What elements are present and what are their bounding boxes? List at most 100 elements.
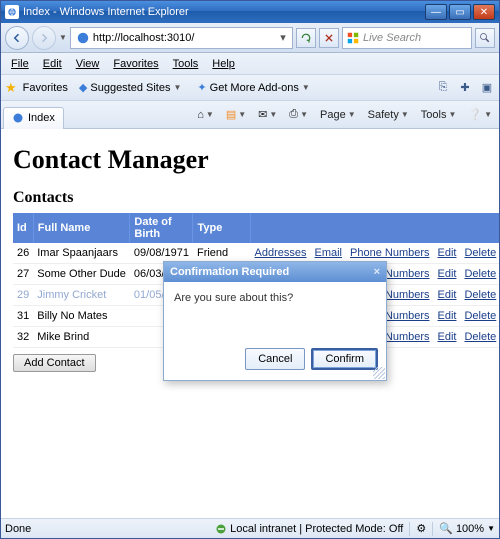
safety-menu-label: Safety — [368, 109, 399, 121]
cell-id: 26 — [13, 243, 33, 264]
get-addons-link[interactable]: ✦ Get More Add-ons ▼ — [192, 78, 314, 97]
delete-link[interactable]: Delete — [464, 268, 496, 280]
address-input[interactable] — [93, 32, 276, 44]
delete-link[interactable]: Delete — [464, 331, 496, 343]
menu-view[interactable]: View — [70, 56, 106, 72]
refresh-button[interactable] — [296, 28, 316, 48]
minimize-button[interactable]: — — [425, 4, 447, 20]
search-go-button[interactable] — [475, 28, 495, 48]
popup-blocker-icon[interactable]: ⚙ — [416, 522, 426, 535]
page-subheading: Contacts — [13, 189, 487, 207]
help-button[interactable]: ❔▼ — [463, 105, 497, 124]
dialog-resize-handle[interactable] — [373, 367, 385, 379]
edit-link[interactable]: Edit — [438, 268, 457, 280]
suggested-sites-icon: ◆ — [79, 81, 87, 94]
address-bar[interactable]: ▾ — [70, 27, 293, 49]
delete-link[interactable]: Delete — [464, 289, 496, 301]
favorites-bar: ★ Favorites ◆ Suggested Sites ▼ ✦ Get Mo… — [1, 75, 499, 101]
cell-name: Billy No Mates — [33, 306, 130, 327]
tools-menu[interactable]: Tools▼ — [416, 106, 462, 124]
browser-tab[interactable]: Index — [3, 107, 64, 129]
stop-button[interactable] — [319, 28, 339, 48]
col-dob: Date of Birth — [130, 213, 193, 243]
back-button[interactable] — [5, 26, 29, 50]
confirmation-dialog: Confirmation Required × Are you sure abo… — [163, 261, 387, 381]
edit-link[interactable]: Edit — [438, 289, 457, 301]
menu-help[interactable]: Help — [206, 56, 241, 72]
forward-button[interactable] — [32, 26, 56, 50]
menu-favorites[interactable]: Favorites — [107, 56, 164, 72]
nav-history-dropdown[interactable]: ▼ — [59, 33, 67, 42]
delete-link[interactable]: Delete — [464, 247, 496, 259]
compat-icon[interactable]: ▣ — [479, 80, 495, 96]
add-contact-button[interactable]: Add Contact — [13, 354, 96, 372]
safety-menu[interactable]: Safety▼ — [363, 106, 414, 124]
zone-icon — [215, 523, 227, 535]
dialog-title: Confirmation Required — [170, 266, 289, 278]
menu-tools[interactable]: Tools — [167, 56, 205, 72]
address-dropdown[interactable]: ▾ — [276, 31, 290, 44]
print-button[interactable]: ⎙▼ — [284, 105, 313, 124]
print-icon: ⎙ — [289, 108, 298, 121]
tools-menu-label: Tools — [421, 109, 447, 121]
tab-command-bar: Index ⌂▼ ▤▼ ✉▼ ⎙▼ Page▼ Safety▼ Tools▼ ❔… — [1, 101, 499, 129]
cell-name: Imar Spaanjaars — [33, 243, 130, 264]
favorites-star-icon[interactable]: ★ — [5, 80, 17, 96]
home-icon: ⌂ — [197, 109, 204, 121]
rss-icon: ▤ — [226, 108, 236, 121]
cell-id: 31 — [13, 306, 33, 327]
mail-button[interactable]: ✉▼ — [253, 105, 282, 124]
page-favicon — [76, 31, 90, 45]
col-type: Type — [193, 213, 251, 243]
cell-id: 32 — [13, 327, 33, 348]
phones-link[interactable]: Phone Numbers — [350, 247, 430, 259]
mail-icon: ✉ — [258, 108, 267, 121]
favorites-label[interactable]: Favorites — [23, 82, 68, 94]
delete-link[interactable]: Delete — [464, 310, 496, 322]
suggested-sites-label: Suggested Sites — [90, 82, 170, 94]
suggested-sites-link[interactable]: ◆ Suggested Sites ▼ — [74, 78, 187, 97]
edit-link[interactable]: Edit — [438, 247, 457, 259]
navigation-bar: ▼ ▾ Live Search — [1, 23, 499, 53]
zoom-level: 100% — [456, 523, 484, 535]
menu-bar: File Edit View Favorites Tools Help — [1, 53, 499, 75]
window-title: Index - Windows Internet Explorer — [23, 6, 425, 18]
tab-favicon — [12, 112, 24, 124]
dialog-titlebar[interactable]: Confirmation Required × — [164, 262, 386, 282]
addons-icon: ✦ — [197, 81, 206, 94]
page-menu-label: Page — [320, 109, 346, 121]
ie-favicon — [5, 5, 19, 19]
cell-id: 29 — [13, 285, 33, 306]
col-id: Id — [13, 213, 33, 243]
dialog-close-icon[interactable]: × — [374, 266, 380, 278]
webslice-icon[interactable]: ✚ — [457, 80, 473, 96]
email-link[interactable]: Email — [315, 247, 343, 259]
cell-name: Mike Brind — [33, 327, 130, 348]
menu-edit[interactable]: Edit — [37, 56, 68, 72]
dialog-confirm-button[interactable]: Confirm — [311, 348, 378, 370]
window-titlebar: Index - Windows Internet Explorer — ▭ ✕ — [1, 1, 499, 23]
edit-link[interactable]: Edit — [438, 310, 457, 322]
feeds-button[interactable]: ▤▼ — [221, 105, 251, 124]
cell-name: Some Other Dude — [33, 264, 130, 285]
status-bar: Done Local intranet | Protected Mode: Of… — [1, 518, 499, 538]
edit-link[interactable]: Edit — [438, 331, 457, 343]
zoom-control[interactable]: 🔍 100% ▼ — [439, 522, 495, 535]
page-heading: Contact Manager — [13, 145, 487, 175]
zone-label: Local intranet | Protected Mode: Off — [230, 523, 403, 535]
search-placeholder: Live Search — [363, 32, 421, 44]
home-button[interactable]: ⌂▼ — [192, 106, 219, 124]
encoding-icon[interactable]: ⎘ — [435, 80, 451, 96]
security-zone[interactable]: Local intranet | Protected Mode: Off — [215, 523, 403, 535]
search-box[interactable]: Live Search — [342, 27, 472, 49]
col-name: Full Name — [33, 213, 130, 243]
help-icon: ❔ — [468, 108, 482, 121]
page-menu[interactable]: Page▼ — [315, 106, 361, 124]
menu-file[interactable]: File — [5, 56, 35, 72]
status-done: Done — [5, 523, 31, 535]
dialog-cancel-button[interactable]: Cancel — [245, 348, 305, 370]
tab-title: Index — [28, 112, 55, 124]
maximize-button[interactable]: ▭ — [449, 4, 471, 20]
addresses-link[interactable]: Addresses — [255, 247, 307, 259]
close-window-button[interactable]: ✕ — [473, 4, 495, 20]
